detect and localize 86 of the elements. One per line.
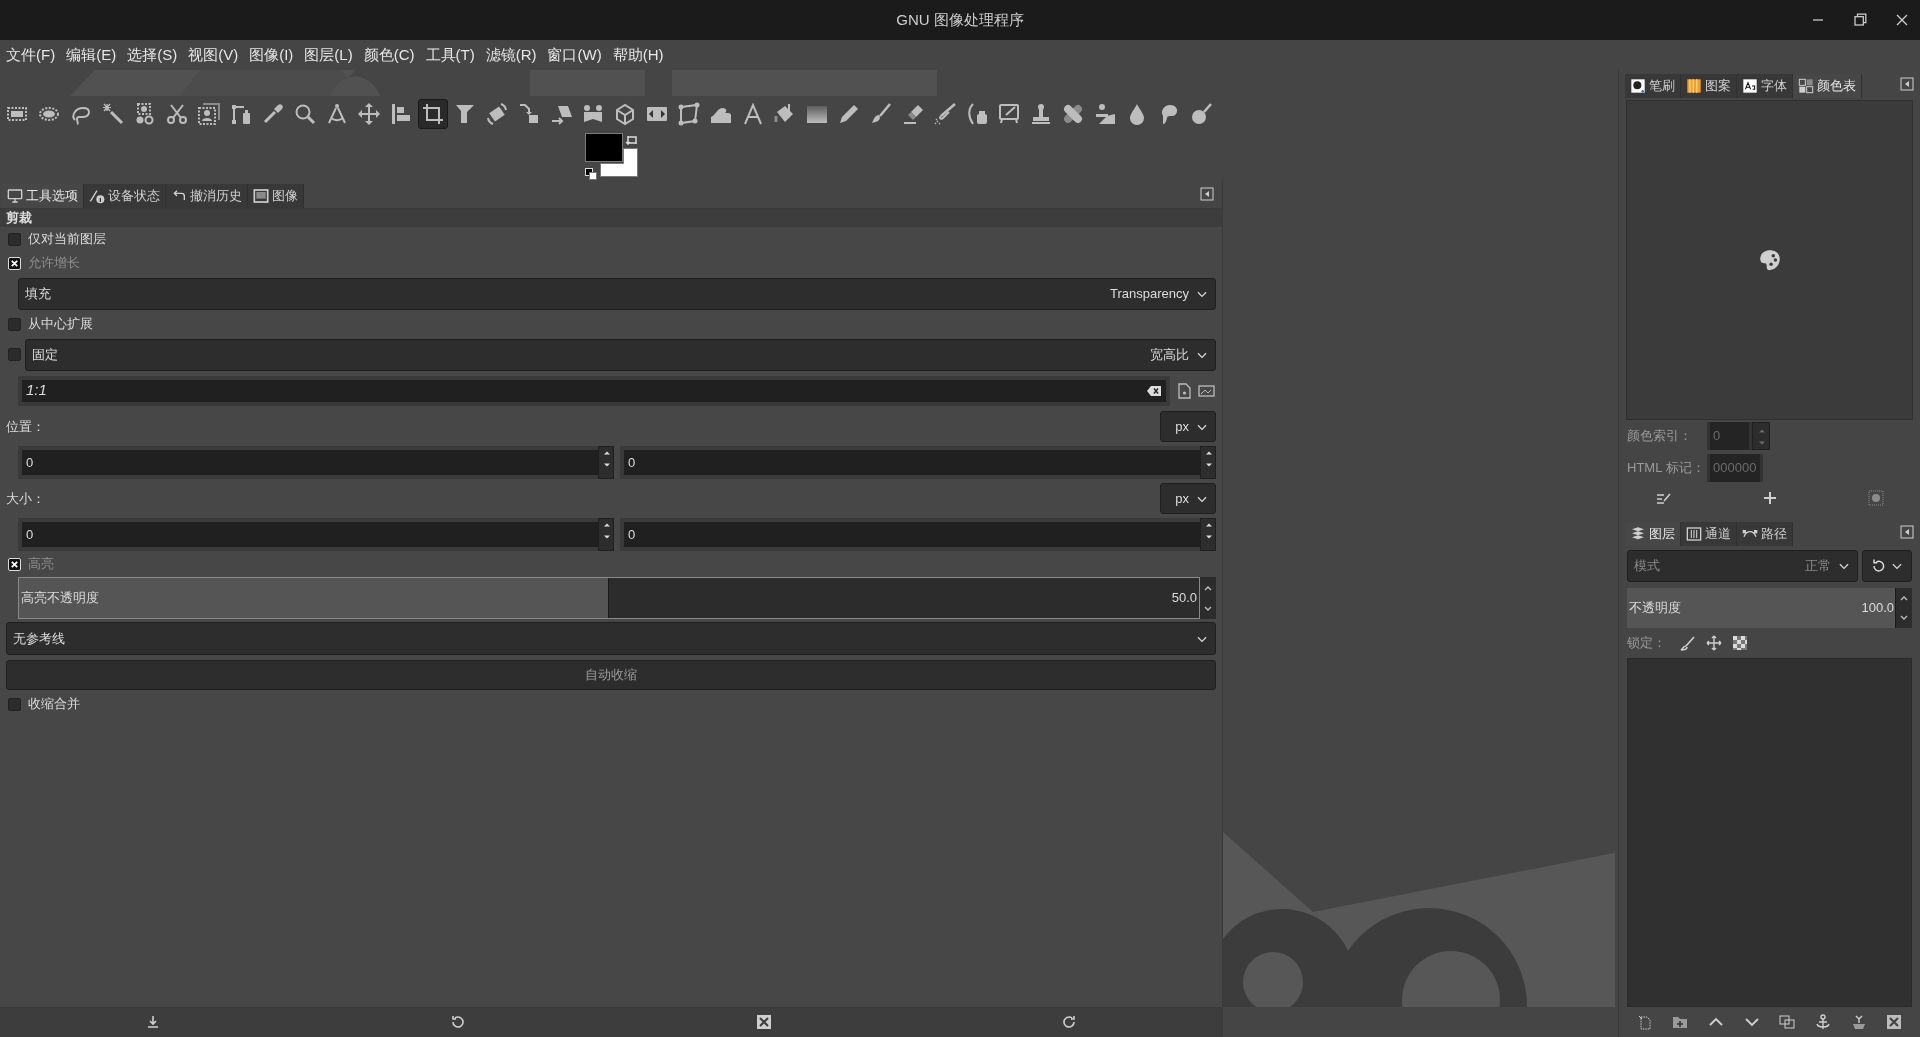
field-label: 位置： <box>6 417 45 436</box>
pen-info-icon <box>89 188 105 204</box>
tab[interactable]: 图像 <box>248 184 304 208</box>
foreground-color-swatch[interactable] <box>585 133 623 162</box>
shrink-button[interactable]: 自动收缩 <box>6 659 1216 690</box>
brush-icon <box>1630 78 1646 94</box>
mode-dropdown[interactable]: 模式 正常 <box>1627 550 1858 582</box>
guides-dropdown[interactable]: 无参考线 <box>6 622 1216 655</box>
tab[interactable]: 设备状态 <box>84 184 166 208</box>
number-field[interactable]: 0 <box>620 518 1200 551</box>
menu-item[interactable]: 视图(V) <box>184 43 243 67</box>
check-mark-icon <box>10 559 19 569</box>
layers-icon <box>1630 526 1646 542</box>
menu-item[interactable]: 文件(F) <box>2 43 60 67</box>
tab[interactable]: 撤消历史 <box>166 184 248 208</box>
default-colors-icon[interactable] <box>585 168 597 180</box>
brush-lock-icon[interactable] <box>1680 635 1696 651</box>
unit-dropdown[interactable]: px <box>1160 483 1216 514</box>
dock-menu-icon[interactable] <box>1900 77 1914 91</box>
check-mark-icon <box>10 258 19 268</box>
move-lock-icon[interactable] <box>1706 635 1722 651</box>
checkbox[interactable] <box>8 317 21 331</box>
fixed-dropdown[interactable]: 固定 宽高比 <box>25 338 1216 371</box>
crop-icon[interactable] <box>418 99 448 129</box>
image-icon <box>253 188 269 204</box>
slider-value: 100.0 <box>1861 599 1894 618</box>
ratio-field[interactable]: 1:1 <box>18 375 1170 406</box>
menu-item[interactable]: 图像(I) <box>245 43 298 67</box>
checkbox-label: 仅对当前图层 <box>28 230 106 249</box>
checkbox-label: 高亮 <box>28 555 54 574</box>
checkbox[interactable] <box>8 232 21 246</box>
lock-label: 锁定： <box>1627 634 1666 653</box>
portrait-icon[interactable] <box>1176 382 1192 399</box>
dock-menu-icon[interactable] <box>1200 187 1214 201</box>
palette-grid-icon <box>1798 78 1814 94</box>
checkbox-label: 收缩合并 <box>28 695 80 714</box>
tab[interactable]: 路径 <box>1737 522 1793 546</box>
checkbox[interactable] <box>8 348 21 361</box>
clear-icon[interactable] <box>1146 384 1162 397</box>
checkbox-label: 从中心扩展 <box>28 315 93 334</box>
swap-icon[interactable] <box>625 133 638 146</box>
down-arrow-button[interactable] <box>1900 615 1908 621</box>
dock-menu-icon[interactable] <box>1900 525 1914 539</box>
add-icon[interactable] <box>1761 490 1778 506</box>
menu-item[interactable]: 帮助(H) <box>608 43 668 67</box>
channels-icon <box>1686 526 1702 542</box>
landscape-icon[interactable] <box>1198 382 1216 399</box>
menu-item[interactable]: 编辑(E) <box>62 43 121 67</box>
rotate-arrow-icon <box>1870 558 1886 574</box>
menu-item[interactable]: 颜色(C) <box>359 43 419 67</box>
tab[interactable]: 图案 <box>1681 74 1737 98</box>
monitor-icon <box>7 188 23 204</box>
menu-item[interactable]: 图层(L) <box>300 43 357 67</box>
up-arrow-button[interactable] <box>1900 595 1908 601</box>
field-label: 颜色索引： <box>1627 427 1693 446</box>
number-field[interactable]: 0 <box>620 446 1200 479</box>
number-field[interactable]: 0 <box>18 446 598 479</box>
menu-item[interactable]: 滤镜(R) <box>481 43 541 67</box>
number-field[interactable]: 0 <box>18 518 598 551</box>
slider-value: 50.0 <box>1171 589 1197 608</box>
checkbox-label: 允许增长 <box>28 254 80 273</box>
window-title: GNU 图像处理程序 <box>896 9 1024 30</box>
tab[interactable]: 字体 <box>1737 74 1793 98</box>
composite-dropdown[interactable] <box>1862 550 1912 582</box>
slider[interactable]: 高亮不透明度 50.0 <box>18 577 1200 619</box>
tab[interactable]: 笔刷 <box>1625 74 1681 98</box>
duplicate-icon[interactable] <box>1777 1012 1798 1032</box>
fill-dropdown[interactable]: 填充 Transparency <box>18 277 1216 310</box>
menu-item[interactable]: 窗口(W) <box>543 43 606 67</box>
menu-item[interactable]: 选择(S) <box>123 43 182 67</box>
checker-icon[interactable] <box>1732 635 1748 651</box>
field-label: HTML 标记： <box>1627 459 1706 478</box>
slider-label: 不透明度 <box>1629 599 1681 618</box>
menu-item[interactable]: 工具(T) <box>421 43 479 67</box>
down-arrow-button[interactable] <box>1204 605 1212 612</box>
background-color-swatch[interactable] <box>600 148 638 177</box>
checkbox[interactable] <box>8 697 21 711</box>
slider-label: 高亮不透明度 <box>21 589 99 608</box>
pattern-icon <box>1686 78 1702 94</box>
unit-dropdown[interactable]: px <box>1160 411 1216 442</box>
slider[interactable]: 不透明度 100.0 <box>1627 588 1896 628</box>
field-label: 大小： <box>6 489 45 508</box>
font-icon <box>1742 78 1758 94</box>
panel-title: 剪裁 <box>0 209 1222 227</box>
up-arrow-button[interactable] <box>1204 584 1212 591</box>
tab[interactable]: 通道 <box>1681 522 1737 546</box>
